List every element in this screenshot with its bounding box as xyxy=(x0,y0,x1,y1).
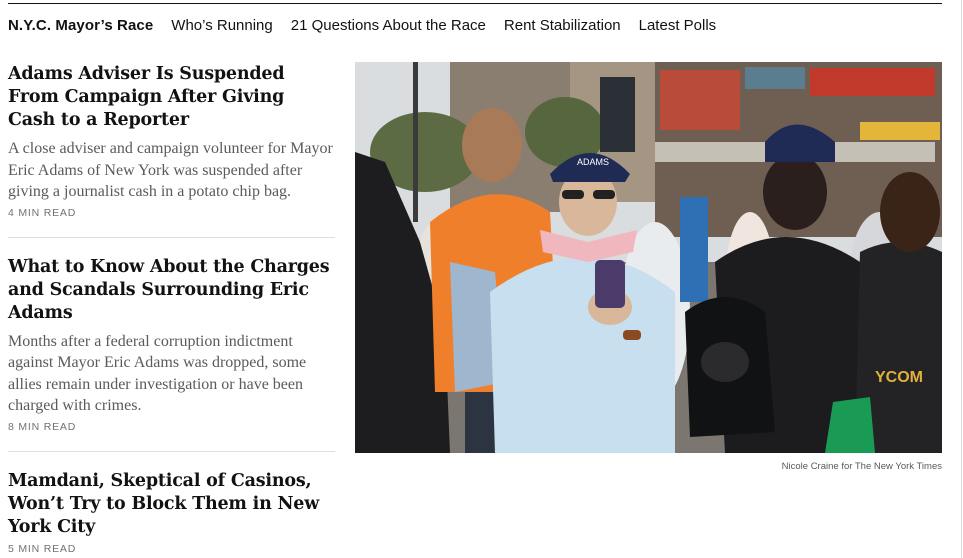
story-item[interactable]: Mamdani, Skeptical of Casinos, Won’t Try… xyxy=(8,470,335,555)
cap-text: ADAMS xyxy=(577,157,609,167)
story-list: Adams Adviser Is Suspended From Campaign… xyxy=(8,63,335,555)
story-summary: Months after a federal corruption indict… xyxy=(8,332,307,415)
story-item[interactable]: Adams Adviser Is Suspended From Campaign… xyxy=(8,63,335,219)
story-item[interactable]: What to Know About the Charges and Scand… xyxy=(8,256,335,433)
nav-link-whos-running[interactable]: Who’s Running xyxy=(171,17,272,34)
read-time: 4 MIN READ xyxy=(8,206,77,219)
top-rule xyxy=(8,3,942,4)
story-divider xyxy=(8,236,335,238)
story-headline[interactable]: Mamdani, Skeptical of Casinos, Won’t Try… xyxy=(8,470,335,539)
shirt-text: YCOM xyxy=(875,369,923,386)
nav-link-rent-stabilization[interactable]: Rent Stabilization xyxy=(504,17,621,34)
section-nav: N.Y.C. Mayor’s Race Who’s Running 21 Que… xyxy=(8,17,734,34)
nav-link-21-questions[interactable]: 21 Questions About the Race xyxy=(291,17,486,34)
photo-credit: Nicole Craine for The New York Times xyxy=(781,461,942,472)
story-divider xyxy=(8,450,335,452)
story-headline[interactable]: What to Know About the Charges and Scand… xyxy=(8,256,335,325)
read-time: 5 MIN READ xyxy=(8,542,77,555)
story-summary: A close adviser and campaign volunteer f… xyxy=(8,140,333,200)
section-title[interactable]: N.Y.C. Mayor’s Race xyxy=(8,17,153,34)
read-time: 8 MIN READ xyxy=(8,420,77,433)
scrollbar-edge xyxy=(961,0,962,558)
nav-link-latest-polls[interactable]: Latest Polls xyxy=(639,17,717,34)
story-headline[interactable]: Adams Adviser Is Suspended From Campaign… xyxy=(8,63,335,132)
lead-photo[interactable]: ADAMS YCOM xyxy=(355,62,942,453)
